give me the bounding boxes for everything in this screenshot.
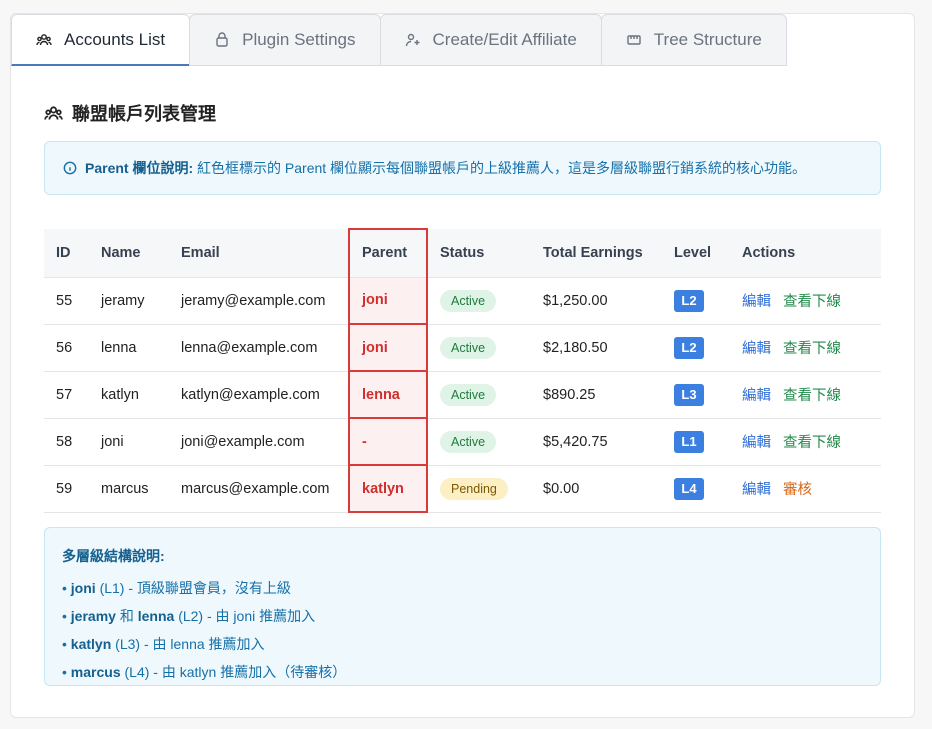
level-badge: L3 <box>674 383 704 406</box>
status-badge: Active <box>440 430 497 453</box>
list-item: • jeramy 和 lenna (L2) - 由 joni 推薦加入 <box>62 608 316 624</box>
cell-name: joni <box>89 418 169 466</box>
view-downline-link[interactable]: 查看下線 <box>783 294 841 310</box>
cell-email: marcus@example.com <box>169 465 349 513</box>
table-row: 58 joni joni@example.com - Active $5,420… <box>44 418 881 466</box>
cell-id: 58 <box>44 418 89 466</box>
cell-parent: joni <box>348 324 428 372</box>
edit-link[interactable]: 編輯 <box>742 341 771 357</box>
user-plus-icon <box>405 33 420 47</box>
edit-link[interactable]: 編輯 <box>742 294 771 310</box>
tab-create-edit-affiliate[interactable]: Create/Edit Affiliate <box>379 14 602 66</box>
status-badge: Active <box>440 336 497 359</box>
tab-accounts-list[interactable]: Accounts List <box>11 14 191 66</box>
tab-label: Create/Edit Affiliate <box>432 30 577 49</box>
cell-email: katlyn@example.com <box>169 371 349 419</box>
info-text: 紅色框標示的 Parent 欄位顯示每個聯盟帳戶的上級推薦人，這是多層級聯盟行銷… <box>197 160 807 176</box>
status-badge: Active <box>440 383 497 406</box>
view-downline-link[interactable]: 查看下線 <box>783 388 841 404</box>
tab-plugin-settings[interactable]: Plugin Settings <box>189 14 381 66</box>
header-level: Level <box>662 229 730 278</box>
accounts-table: ID Name Email Parent Status Total Earnin… <box>44 228 881 513</box>
status-badge: Pending <box>440 477 508 500</box>
header-status: Status <box>427 229 531 278</box>
level-badge: L1 <box>674 430 704 453</box>
tab-bar: Accounts List Plugin Settings Create/Edi… <box>11 14 787 66</box>
cell-earnings: $0.00 <box>531 465 662 513</box>
structure-note: 多層級結構說明: • joni (L1) - 頂級聯盟會員，沒有上級 • jer… <box>44 527 881 686</box>
cell-parent: - <box>348 418 428 466</box>
cell-email: joni@example.com <box>169 418 349 466</box>
tab-label: Plugin Settings <box>242 30 356 49</box>
table-row: 56 lenna lenna@example.com joni Active $… <box>44 324 881 372</box>
tab-label: Accounts List <box>64 29 166 49</box>
list-item: • katlyn (L3) - 由 lenna 推薦加入 <box>62 636 265 652</box>
note-title: 多層級結構說明: <box>62 548 165 564</box>
cell-parent: katlyn <box>348 465 428 513</box>
cell-earnings: $5,420.75 <box>531 418 662 466</box>
cell-id: 57 <box>44 371 89 419</box>
list-item: • marcus (L4) - 由 katlyn 推薦加入（待審核） <box>62 664 347 680</box>
users-icon <box>44 105 63 120</box>
header-parent: Parent <box>348 228 428 278</box>
cell-name: jeramy <box>89 277 169 325</box>
table-row: 57 katlyn katlyn@example.com lenna Activ… <box>44 371 881 419</box>
table-header: ID Name Email Parent Status Total Earnin… <box>44 228 881 278</box>
view-downline-link[interactable]: 查看下線 <box>783 435 841 451</box>
cell-parent: lenna <box>348 371 428 419</box>
edit-link[interactable]: 編輯 <box>742 388 771 404</box>
edit-link[interactable]: 編輯 <box>742 435 771 451</box>
users-icon <box>36 33 52 45</box>
header-total-earnings: Total Earnings <box>531 229 662 278</box>
tab-label: Tree Structure <box>653 30 762 49</box>
cell-earnings: $1,250.00 <box>531 277 662 325</box>
header-name: Name <box>89 229 169 278</box>
header-id: ID <box>44 229 89 278</box>
info-bold: Parent 欄位說明: <box>85 160 194 176</box>
tab-content: 聯盟帳戶列表管理 Parent 欄位說明: 紅色框標示的 Parent 欄位顯示… <box>11 66 916 717</box>
plugin-icon <box>216 32 228 47</box>
cell-id: 55 <box>44 277 89 325</box>
list-item: • joni (L1) - 頂級聯盟會員，沒有上級 <box>62 580 291 596</box>
table-row: 55 jeramy jeramy@example.com joni Active… <box>44 277 881 325</box>
main-card: Accounts List Plugin Settings Create/Edi… <box>10 13 915 718</box>
page-title: 聯盟帳戶列表管理 <box>44 100 216 126</box>
cell-email: lenna@example.com <box>169 324 349 372</box>
cell-id: 59 <box>44 465 89 513</box>
cell-name: marcus <box>89 465 169 513</box>
table-row: 59 marcus marcus@example.com katlyn Pend… <box>44 465 881 513</box>
edit-link[interactable]: 編輯 <box>742 482 771 498</box>
header-actions: Actions <box>730 229 881 278</box>
level-badge: L2 <box>674 289 704 312</box>
cell-earnings: $890.25 <box>531 371 662 419</box>
review-link[interactable]: 審核 <box>783 482 812 498</box>
tab-tree-structure[interactable]: Tree Structure <box>600 14 787 66</box>
tree-icon <box>627 35 641 45</box>
cell-name: katlyn <box>89 371 169 419</box>
view-downline-link[interactable]: 查看下線 <box>783 341 841 357</box>
level-badge: L2 <box>674 336 704 359</box>
status-badge: Active <box>440 289 497 312</box>
level-badge: L4 <box>674 477 704 500</box>
cell-parent: joni <box>348 277 428 325</box>
cell-id: 56 <box>44 324 89 372</box>
cell-name: lenna <box>89 324 169 372</box>
header-email: Email <box>169 229 349 278</box>
info-icon <box>63 161 77 175</box>
cell-email: jeramy@example.com <box>169 277 349 325</box>
cell-earnings: $2,180.50 <box>531 324 662 372</box>
info-alert: Parent 欄位說明: 紅色框標示的 Parent 欄位顯示每個聯盟帳戶的上級… <box>44 141 881 195</box>
page-title-text: 聯盟帳戶列表管理 <box>72 104 216 124</box>
